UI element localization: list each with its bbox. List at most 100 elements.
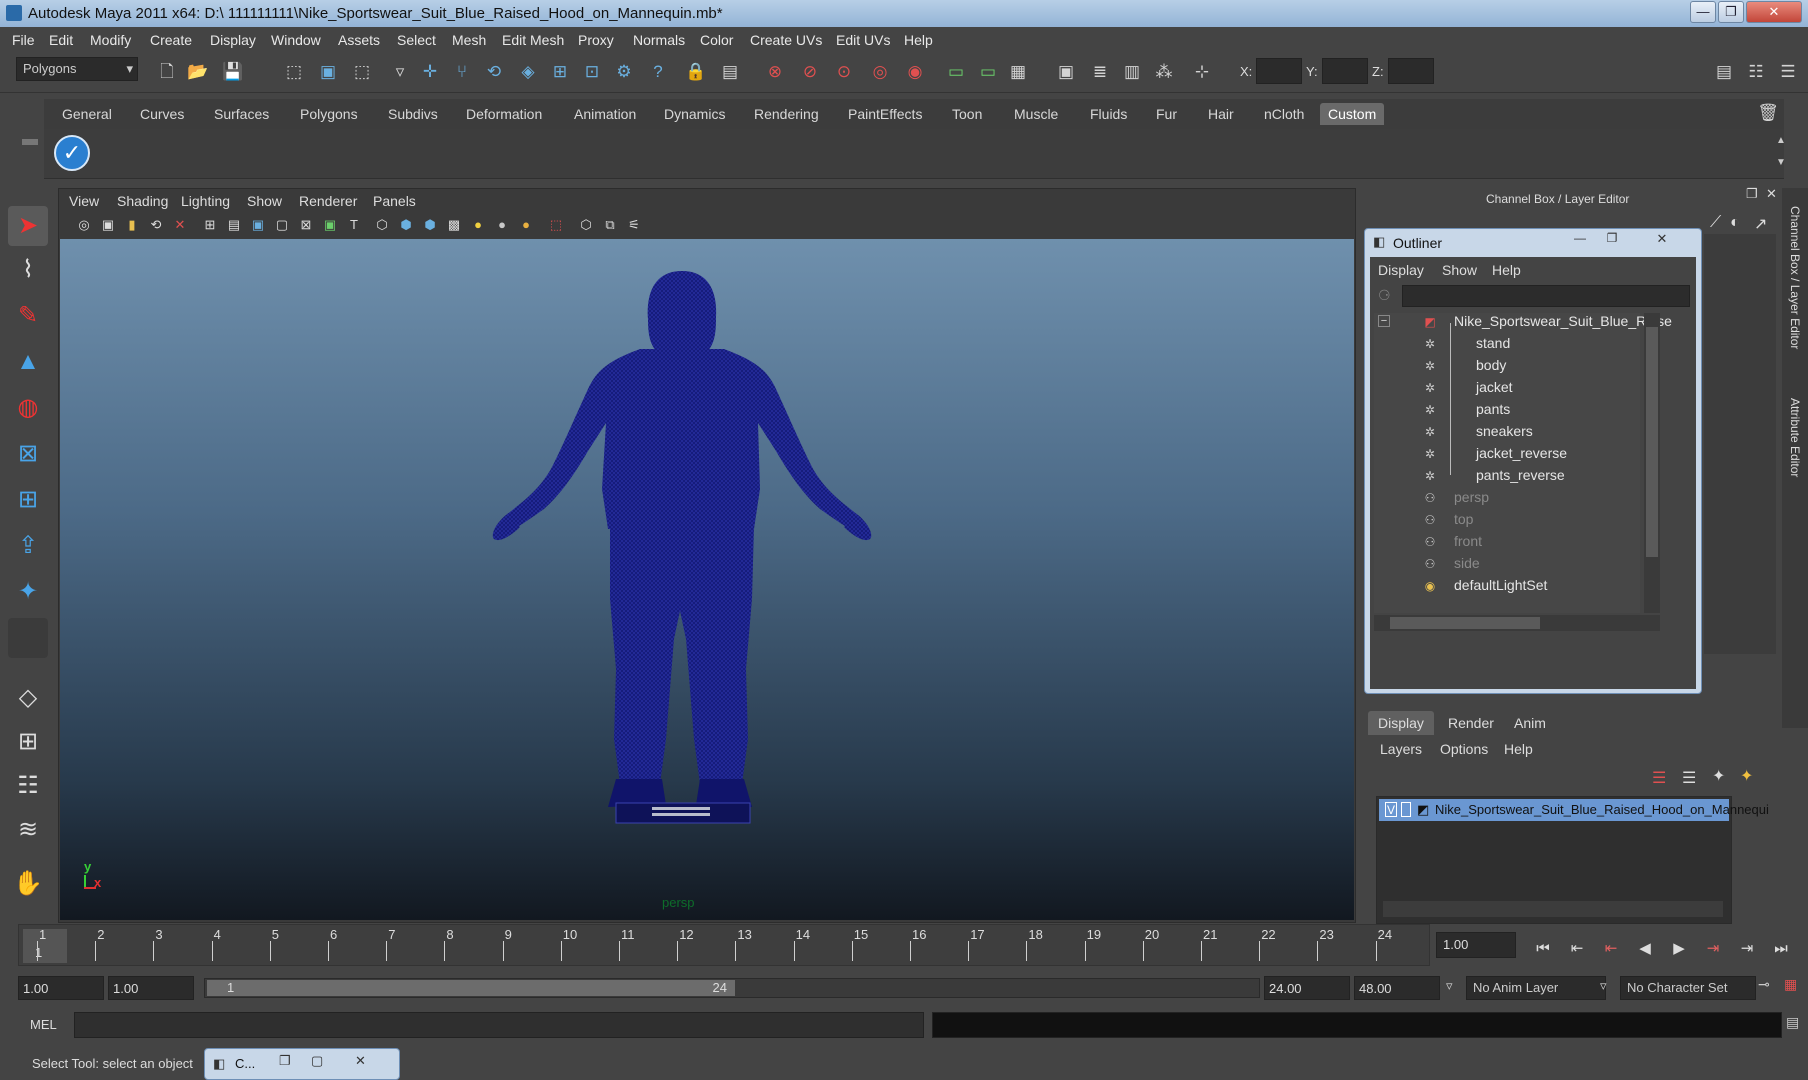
shelf-trash-icon[interactable]: 🗑 bbox=[1756, 101, 1780, 125]
graph-toggle-icon[interactable]: ⁂ bbox=[1152, 60, 1176, 84]
new-scene-icon[interactable]: 🗋 bbox=[155, 60, 179, 84]
menu-create[interactable]: Create bbox=[150, 32, 192, 48]
single-perspective-layout-icon[interactable]: ◇ bbox=[8, 678, 48, 718]
script-editor-icon[interactable]: ▤ bbox=[1786, 1014, 1799, 1031]
menu-help[interactable]: Help bbox=[904, 32, 933, 48]
shelf-tab-polygons[interactable]: Polygons bbox=[292, 103, 366, 125]
key-icon[interactable]: ⊸ bbox=[1758, 976, 1770, 993]
minimized-window-maximize-icon[interactable]: ▢ bbox=[311, 1053, 323, 1069]
hand-tool-icon[interactable]: ✋ bbox=[8, 864, 48, 904]
channel-box-layer-toggle-icon[interactable]: ☰ bbox=[1776, 60, 1800, 84]
viewport-menu-view[interactable]: View bbox=[69, 193, 99, 209]
mel-label[interactable]: MEL bbox=[30, 1017, 57, 1032]
menu-edit-uvs[interactable]: Edit UVs bbox=[836, 32, 890, 48]
outliner-item-top[interactable]: top bbox=[1454, 511, 1473, 527]
snap-plane-icon[interactable]: ◈ bbox=[516, 60, 540, 84]
snap-grid-icon[interactable]: ✛ bbox=[418, 60, 442, 84]
go-to-end-icon[interactable]: ⏭ bbox=[1768, 938, 1794, 960]
checkmark-icon[interactable]: ✓ bbox=[54, 135, 90, 171]
shelf-tab-muscle[interactable]: Muscle bbox=[1006, 103, 1066, 125]
new-layer-selected-icon[interactable]: ✦ bbox=[1740, 766, 1753, 786]
outliner-close-button[interactable]: ✕ bbox=[1631, 231, 1693, 249]
channel-icon-1[interactable]: ⟋ bbox=[1710, 214, 1721, 232]
layer-menu-layers[interactable]: Layers bbox=[1380, 741, 1422, 757]
layer-tab-anim[interactable]: Anim bbox=[1504, 711, 1556, 735]
menu-mesh[interactable]: Mesh bbox=[452, 32, 486, 48]
outliner-item-sneakers[interactable]: sneakers bbox=[1476, 423, 1533, 439]
menu-select[interactable]: Select bbox=[397, 32, 436, 48]
channel-box-toggle-icon[interactable]: ▦ bbox=[1006, 60, 1030, 84]
select-component-icon[interactable]: ⬚ bbox=[350, 60, 374, 84]
image-plane-icon[interactable]: ⟲ bbox=[145, 215, 167, 235]
preferences-icon[interactable]: ▦ bbox=[1784, 976, 1797, 993]
select-tool-icon[interactable]: ➤ bbox=[8, 206, 48, 246]
shelf-tab-surfaces[interactable]: Surfaces bbox=[206, 103, 277, 125]
tool-settings-icon[interactable]: ▭ bbox=[976, 60, 1000, 84]
outliner-hscrollbar[interactable] bbox=[1374, 615, 1660, 631]
step-forward-frame-icon[interactable]: ⇥ bbox=[1700, 938, 1726, 960]
hypershade-icon[interactable]: ◉ bbox=[903, 60, 927, 84]
mode-selector[interactable]: Polygons ▾ bbox=[16, 57, 138, 81]
render-frame-icon[interactable]: ⊘ bbox=[798, 60, 822, 84]
outliner-item-front[interactable]: front bbox=[1454, 533, 1482, 549]
play-backward-icon[interactable]: ◀ bbox=[1632, 938, 1658, 960]
outliner-item-jacket-reverse[interactable]: jacket_reverse bbox=[1476, 445, 1567, 461]
minimized-window[interactable]: ◧ C... ❐ ▢ ✕ bbox=[204, 1048, 400, 1080]
layer-tab-display[interactable]: Display bbox=[1368, 711, 1434, 735]
outliner-minimize-button[interactable]: — bbox=[1565, 231, 1595, 249]
transform-field-icon[interactable]: ⊹ bbox=[1190, 60, 1214, 84]
character-set-selector[interactable]: No Character Set bbox=[1620, 976, 1756, 1000]
outliner-item-stand[interactable]: stand bbox=[1476, 335, 1510, 351]
layer-color-swatch-icon[interactable]: ◩ bbox=[1417, 802, 1429, 818]
x-field[interactable] bbox=[1256, 58, 1302, 84]
universal-manipulator-icon[interactable]: ⊞ bbox=[8, 480, 48, 520]
shelf-tab-rendering[interactable]: Rendering bbox=[746, 103, 827, 125]
outliner-item-side[interactable]: side bbox=[1454, 555, 1480, 571]
filter-icon[interactable]: ▿ bbox=[388, 60, 412, 84]
minimized-window-close-icon[interactable]: ✕ bbox=[355, 1053, 366, 1069]
outliner-root-node[interactable]: Nike_Sportswear_Suit_Blue_Raise bbox=[1454, 313, 1672, 329]
end-time-field[interactable]: 48.00 bbox=[1354, 976, 1440, 1000]
render-view-icon[interactable]: ⊗ bbox=[763, 60, 787, 84]
isolate-select-icon[interactable]: ⬚ bbox=[545, 215, 567, 235]
xray-joints-icon[interactable]: ⧉ bbox=[599, 215, 621, 235]
menu-create-uvs[interactable]: Create UVs bbox=[750, 32, 822, 48]
render-globals-icon[interactable]: ◎ bbox=[868, 60, 892, 84]
layer-tab-render[interactable]: Render bbox=[1438, 711, 1504, 735]
shelf-tab-fluids[interactable]: Fluids bbox=[1082, 103, 1135, 125]
high-quality-icon[interactable]: ● bbox=[515, 215, 537, 235]
history-icon[interactable]: ⊡ bbox=[580, 60, 604, 84]
bookmark-icon[interactable]: ▮ bbox=[121, 215, 143, 235]
shadows-icon[interactable]: ● bbox=[491, 215, 513, 235]
snap-point-icon[interactable]: ⟲ bbox=[482, 60, 506, 84]
channel-icon-2[interactable]: ◐ bbox=[1730, 214, 1740, 232]
panel-float-icon[interactable]: ❐ bbox=[1746, 186, 1758, 202]
go-to-start-icon[interactable]: ⏮ bbox=[1530, 938, 1556, 960]
construction-icon[interactable]: ⚙ bbox=[612, 60, 636, 84]
menu-modify[interactable]: Modify bbox=[90, 32, 131, 48]
outliner-item-jacket[interactable]: jacket bbox=[1476, 379, 1513, 395]
viewport-menu-lighting[interactable]: Lighting bbox=[181, 193, 230, 209]
tool-settings-toggle-icon[interactable]: ☷ bbox=[1744, 60, 1768, 84]
safe-title-icon[interactable]: T bbox=[343, 215, 365, 235]
shelf-tab-general[interactable]: General bbox=[54, 103, 120, 125]
outliner-layout-icon[interactable]: ☷ bbox=[8, 766, 48, 806]
shelf-scroll-down-icon[interactable]: ▼ bbox=[1776, 157, 1786, 168]
new-layer-icon[interactable]: ✦ bbox=[1712, 766, 1725, 786]
layer-visibility-toggle[interactable]: V bbox=[1385, 802, 1397, 817]
mel-command-input[interactable] bbox=[74, 1012, 924, 1038]
viewport-menu-shading[interactable]: Shading bbox=[117, 193, 168, 209]
soft-modification-icon[interactable]: ⇪ bbox=[8, 526, 48, 566]
shelf-tab-dynamics[interactable]: Dynamics bbox=[656, 103, 733, 125]
anim-layer-dropdown-icon[interactable]: ▿ bbox=[1446, 978, 1453, 994]
layer-move-up-icon[interactable]: ☰ bbox=[1652, 768, 1666, 788]
snap-live-icon[interactable]: ⊞ bbox=[548, 60, 572, 84]
maximize-button[interactable]: ❐ bbox=[1718, 1, 1744, 23]
perspective-viewport[interactable]: persp y x bbox=[60, 239, 1354, 920]
range-slider-handle[interactable]: 1 24 bbox=[207, 980, 735, 996]
scale-tool-icon[interactable]: ⊠ bbox=[8, 434, 48, 474]
outliner-menu-show[interactable]: Show bbox=[1442, 262, 1477, 278]
viewport-menu-panels[interactable]: Panels bbox=[373, 193, 416, 209]
panel-close-icon[interactable]: ✕ bbox=[1766, 186, 1777, 202]
outliner-menu-help[interactable]: Help bbox=[1492, 262, 1521, 278]
